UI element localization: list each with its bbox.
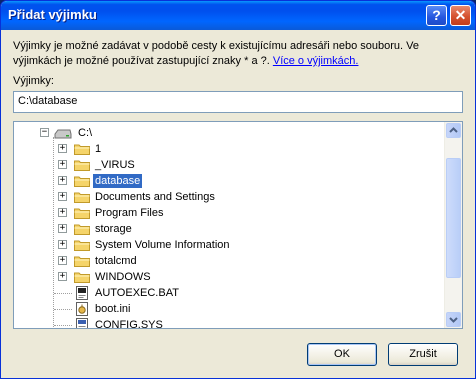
scroll-thumb[interactable] <box>446 158 461 278</box>
tree-item-label: CONFIG.SYS <box>95 319 163 329</box>
tree-item-file[interactable]: AUTOEXEC.BAT <box>54 285 388 301</box>
exceptions-label: Výjimky: <box>13 75 54 87</box>
ok-button[interactable]: OK <box>307 343 377 366</box>
add-exception-dialog: Přidat výjimku ? ✕ Výjimky je možné zadá… <box>0 0 476 379</box>
tree-item-label: AUTOEXEC.BAT <box>95 287 179 299</box>
chevron-down-icon <box>449 317 458 323</box>
exception-path-input[interactable]: C:\database <box>13 91 463 113</box>
expand-icon[interactable]: + <box>58 208 67 217</box>
tree-item-label: C:\ <box>78 127 93 139</box>
tree-item-folder[interactable]: + database <box>58 173 388 189</box>
tree-item-folder[interactable]: + WINDOWS <box>58 269 388 285</box>
tree-connector-line <box>53 137 54 328</box>
collapse-icon[interactable]: − <box>40 128 49 137</box>
dialog-title: Přidat výjimku <box>8 7 97 22</box>
folder-tree[interactable]: − C:\ +1 + _VIRUS + database + Documents and Set… <box>13 121 463 329</box>
tree-item-folder[interactable]: + System Volume Information <box>58 237 388 253</box>
expand-icon[interactable]: + <box>58 176 67 185</box>
tree-item-folder[interactable]: + Program Files <box>58 205 388 221</box>
tree-item-label: WINDOWS <box>95 271 151 283</box>
tree-item-label: Documents and Settings <box>95 191 215 203</box>
scroll-up-button[interactable] <box>446 123 461 138</box>
folder-icon <box>74 269 90 285</box>
cancel-button[interactable]: Zrušit <box>388 343 458 366</box>
tree-item-label: boot.ini <box>95 303 131 315</box>
tree-connector-line <box>54 293 72 294</box>
expand-icon[interactable]: + <box>58 240 67 249</box>
folder-icon <box>74 189 90 205</box>
tree-item-label: System Volume Information <box>95 239 230 251</box>
expand-icon[interactable]: + <box>58 256 67 265</box>
expand-icon[interactable]: + <box>58 224 67 233</box>
tree-item-folder[interactable]: + _VIRUS <box>58 157 388 173</box>
folder-icon <box>74 221 90 237</box>
system-file-icon <box>74 317 90 328</box>
tree-item-folder[interactable]: + Documents and Settings <box>58 189 388 205</box>
scroll-down-button[interactable] <box>446 312 461 327</box>
tree-item-label: storage <box>95 223 132 235</box>
tree-connector-line <box>54 325 72 326</box>
tree-item-drive[interactable]: − C:\ <box>40 125 340 141</box>
expand-icon[interactable]: + <box>58 192 67 201</box>
tree-item-folder[interactable]: + totalcmd <box>58 253 388 269</box>
tree-item-file[interactable]: CONFIG.SYS <box>54 317 388 329</box>
description-text: Výjimky je možné zadávat v podobě cesty … <box>13 39 453 69</box>
tree-item-label: _VIRUS <box>95 159 135 171</box>
folder-icon <box>74 205 90 221</box>
tree-item-label: Program Files <box>95 207 164 219</box>
tree-item-label: totalcmd <box>95 255 137 267</box>
tree-item-label: 1 <box>95 143 102 155</box>
tree-item-file[interactable]: boot.ini <box>54 301 388 317</box>
title-bar[interactable]: Přidat výjimku ? ✕ <box>1 1 475 30</box>
tree-item-folder[interactable]: + storage <box>58 221 388 237</box>
expand-icon[interactable]: + <box>58 160 67 169</box>
vertical-scrollbar[interactable] <box>444 122 462 328</box>
chevron-up-icon <box>449 127 458 133</box>
close-button[interactable]: ✕ <box>450 5 471 26</box>
tree-item-label: database <box>93 174 143 188</box>
expand-icon[interactable]: + <box>58 144 67 153</box>
tree-connector-line <box>54 309 72 310</box>
more-info-link[interactable]: Více o výjimkách. <box>273 55 359 67</box>
folder-icon <box>74 237 90 253</box>
folder-icon <box>74 253 90 269</box>
folder-icon <box>74 141 90 157</box>
expand-icon[interactable]: + <box>58 272 67 281</box>
help-button[interactable]: ? <box>426 5 447 26</box>
folder-icon <box>74 173 90 189</box>
tree-item-folder[interactable]: +1 <box>58 141 388 157</box>
folder-icon <box>74 157 90 173</box>
